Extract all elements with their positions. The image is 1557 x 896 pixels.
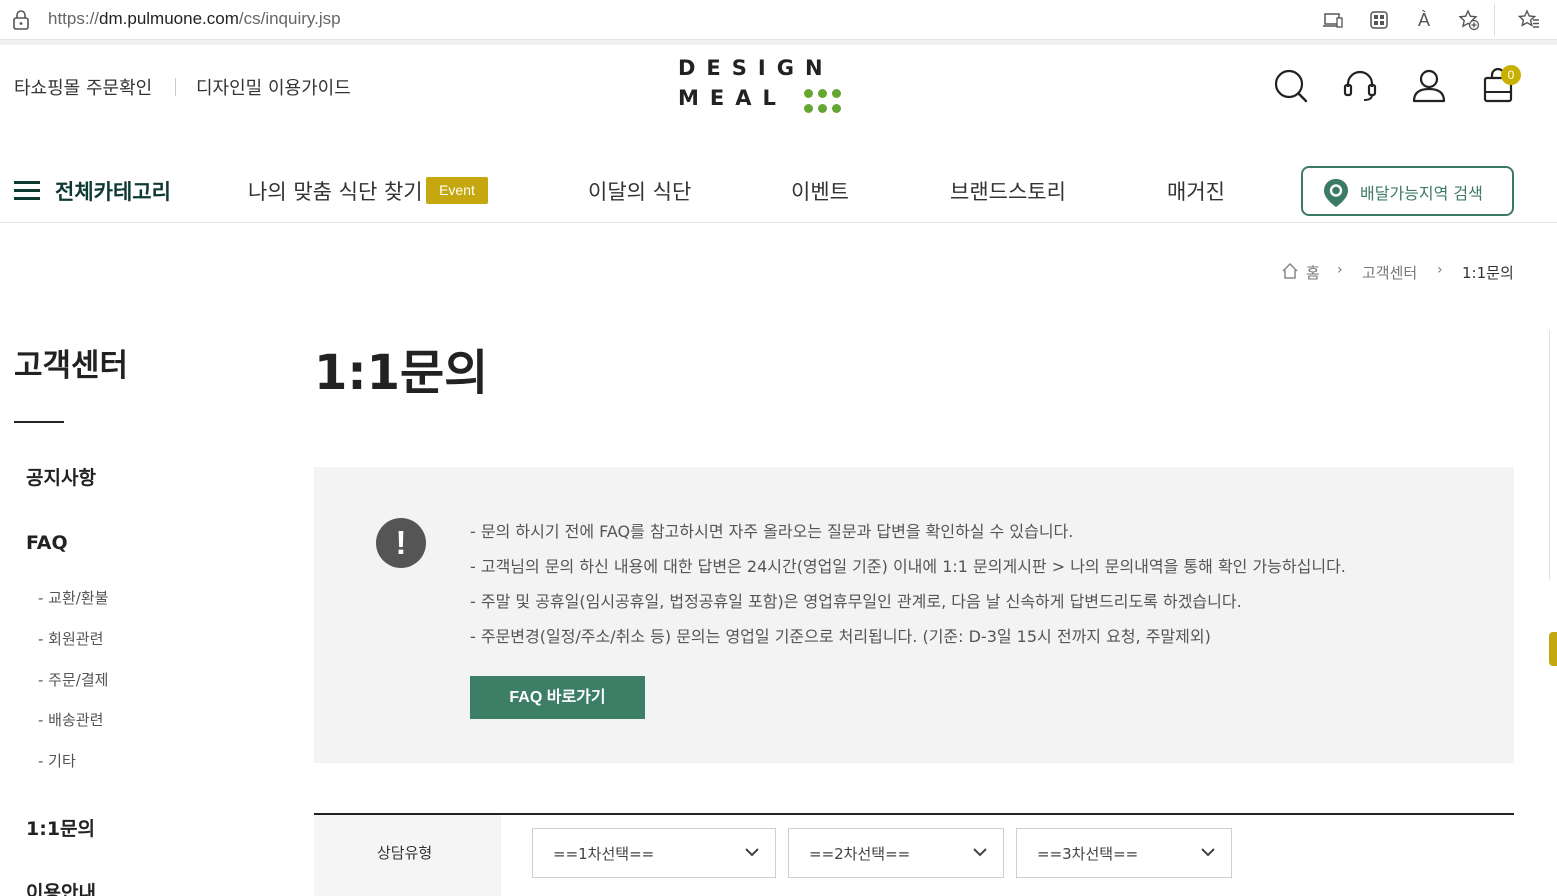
hamburger-menu-icon[interactable] xyxy=(14,181,40,201)
user-icon[interactable] xyxy=(1411,68,1447,104)
sidebar-sub-membership[interactable]: - 회원관련 xyxy=(38,628,103,649)
usage-guide-link[interactable]: 디자인밀 이용가이드 xyxy=(196,74,351,100)
notice-line: - 주말 및 공휴일(임시공휴일, 법정공휴일 포함)은 영업휴무일인 관계로,… xyxy=(470,592,1242,611)
page-title: 1:1문의 xyxy=(314,345,489,401)
sidebar-sub-etc[interactable]: - 기타 xyxy=(38,750,76,771)
chevron-down-icon xyxy=(745,848,759,857)
sidebar-title: 고객센터 xyxy=(14,348,129,384)
side-floating-tab[interactable] xyxy=(1549,632,1557,666)
url-text[interactable]: https://dm.pulmuone.com/cs/inquiry.jsp xyxy=(48,9,341,29)
sidebar-sub-delivery[interactable]: - 배송관련 xyxy=(38,709,103,730)
sidebar-sub-order-payment[interactable]: - 주문/결제 xyxy=(38,669,108,690)
browser-address-bar: https://dm.pulmuone.com/cs/inquiry.jsp A… xyxy=(0,0,1557,40)
breadcrumb-home[interactable]: 홈 xyxy=(1306,262,1320,283)
favorites-icon[interactable] xyxy=(1517,8,1541,32)
sidebar-sub-exchange-refund[interactable]: - 교환/환불 xyxy=(38,587,108,608)
sidebar-divider xyxy=(14,421,64,423)
consult-type-label: 상담유형 xyxy=(377,844,433,862)
sidebar-item-inquiry[interactable]: 1:1문의 xyxy=(26,814,95,841)
device-icon[interactable] xyxy=(1321,8,1345,32)
search-icon[interactable] xyxy=(1273,68,1309,104)
all-category-link[interactable]: 전체카테고리 xyxy=(55,176,171,206)
cart-count-badge: 0 xyxy=(1501,65,1521,85)
event-badge: Event xyxy=(426,177,488,204)
nav-monthly-menu[interactable]: 이달의 식단 xyxy=(588,176,691,206)
exclamation-icon: ! xyxy=(376,518,426,568)
nav-brand-story[interactable]: 브랜드스토리 xyxy=(950,176,1066,206)
consult-type-select-2[interactable]: ==2차선택== xyxy=(788,828,1004,878)
delivery-area-search-label: 배달가능지역 검색 xyxy=(1360,184,1483,203)
nav-magazine[interactable]: 매거진 xyxy=(1167,176,1225,206)
chevron-down-icon xyxy=(973,848,987,857)
breadcrumb-current: 1:1문의 xyxy=(1462,264,1514,282)
chevron-down-icon xyxy=(1201,848,1215,857)
sidebar-item-faq[interactable]: FAQ xyxy=(26,532,68,554)
sidebar-item-notice[interactable]: 공지사항 xyxy=(26,463,96,490)
home-icon[interactable] xyxy=(1281,262,1299,280)
sidebar-item-usage-info[interactable]: 이용안내 xyxy=(26,878,96,896)
apps-grid-icon[interactable] xyxy=(1367,8,1391,32)
logo-dots xyxy=(804,89,850,117)
main-nav: 전체카테고리 나의 맞춤 식단 찾기 Event 이달의 식단 이벤트 브랜드스… xyxy=(0,150,1557,223)
location-pin-icon xyxy=(1324,179,1348,207)
breadcrumb-separator: › xyxy=(1437,262,1443,278)
nav-event[interactable]: 이벤트 xyxy=(791,176,849,206)
delivery-area-search-button[interactable]: 배달가능지역 검색 xyxy=(1301,166,1514,216)
other-mall-order-link[interactable]: 타쇼핑몰 주문확인 xyxy=(14,74,152,100)
headset-icon[interactable] xyxy=(1342,68,1378,104)
add-favorite-icon[interactable] xyxy=(1457,8,1481,32)
lock-icon[interactable] xyxy=(12,9,30,31)
read-aloud-icon[interactable]: À xyxy=(1412,8,1436,32)
breadcrumb-customer-center[interactable]: 고객센터 xyxy=(1362,262,1417,283)
faq-shortcut-button[interactable]: FAQ 바로가기 xyxy=(470,676,645,719)
consult-type-select-3[interactable]: ==3차선택== xyxy=(1016,828,1232,878)
notice-box: ! - 문의 하시기 전에 FAQ를 참고하시면 자주 올라오는 질문과 답변을… xyxy=(314,467,1514,763)
notice-line: - 문의 하시기 전에 FAQ를 참고하시면 자주 올라오는 질문과 답변을 확… xyxy=(470,522,1074,541)
design-meal-logo[interactable]: DESIGN MEAL xyxy=(678,56,858,122)
side-floating-panel[interactable] xyxy=(1549,330,1557,580)
consult-type-select-1[interactable]: ==1차선택== xyxy=(532,828,776,878)
notice-line: - 고객님의 문의 하신 내용에 대한 답변은 24시간(영업일 기준) 이내에… xyxy=(470,557,1346,576)
breadcrumb-separator: › xyxy=(1337,262,1343,278)
notice-line: - 주문변경(일정/주소/취소 등) 문의는 영업일 기준으로 처리됩니다. (… xyxy=(470,627,1211,646)
nav-custom-meal-finder[interactable]: 나의 맞춤 식단 찾기 xyxy=(248,176,423,206)
